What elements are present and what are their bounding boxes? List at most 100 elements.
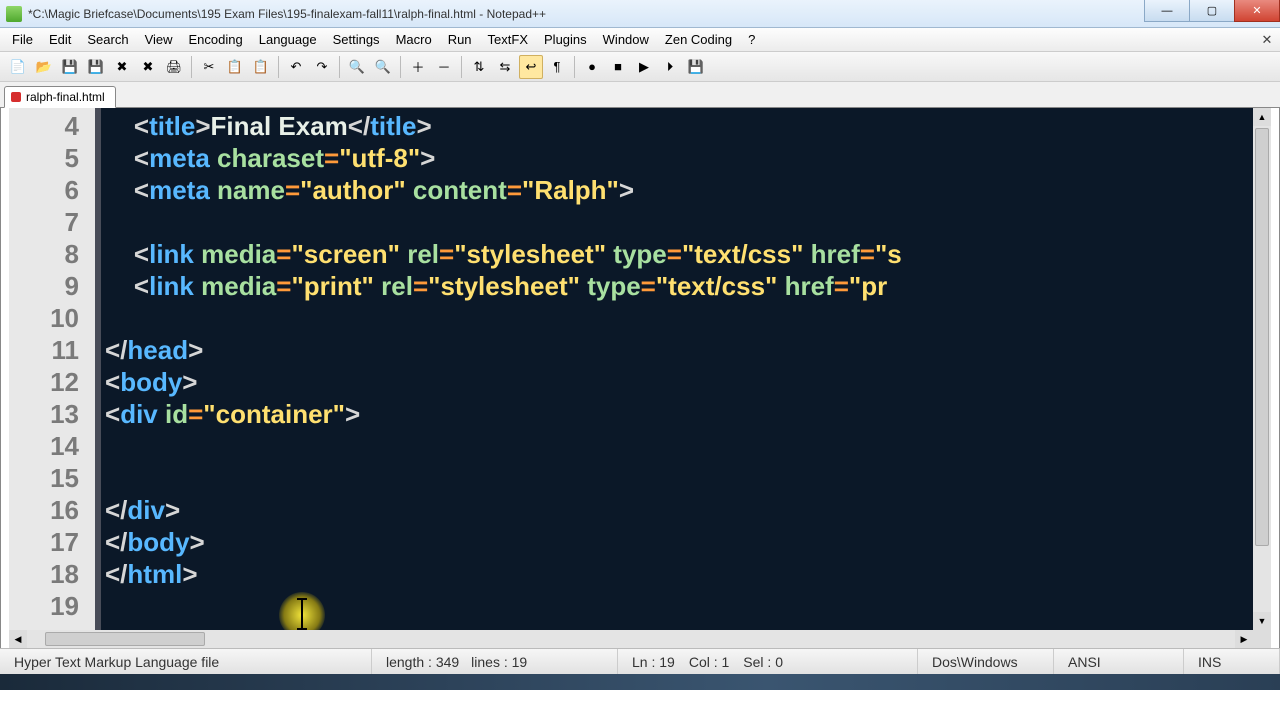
- code-line[interactable]: <body>: [101, 366, 1271, 398]
- toolbar-separator: [191, 56, 192, 78]
- line-number: 12: [9, 366, 79, 398]
- code-line[interactable]: [101, 590, 1271, 622]
- menu-bar: FileEditSearchViewEncodingLanguageSettin…: [0, 28, 1280, 52]
- app-icon: [6, 6, 22, 22]
- macro-play-icon: ▶: [639, 59, 649, 75]
- line-number: 11: [9, 334, 79, 366]
- close-file-button[interactable]: ✖: [110, 55, 134, 79]
- line-number: 9: [9, 270, 79, 302]
- maximize-button[interactable]: ▢: [1189, 0, 1235, 22]
- code-line[interactable]: </body>: [101, 526, 1271, 558]
- zoom-out-button[interactable]: －: [432, 55, 456, 79]
- editor-area[interactable]: 45678910111213141516171819 <title>Final …: [0, 108, 1280, 648]
- menu-macro[interactable]: Macro: [388, 30, 440, 49]
- vertical-scrollbar[interactable]: ▲ ▼: [1253, 108, 1271, 630]
- menu-textfx[interactable]: TextFX: [480, 30, 536, 49]
- code-line[interactable]: <meta charaset="utf-8">: [101, 142, 1271, 174]
- zoom-in-button[interactable]: ＋: [406, 55, 430, 79]
- macro-save-button[interactable]: 💾: [684, 55, 708, 79]
- menu-edit[interactable]: Edit: [41, 30, 79, 49]
- menu-window[interactable]: Window: [595, 30, 657, 49]
- sync-h-button[interactable]: ⇆: [493, 55, 517, 79]
- undo-icon: ↶: [291, 59, 302, 75]
- code-line[interactable]: </html>: [101, 558, 1271, 590]
- save-all-icon: 💾: [88, 59, 104, 75]
- scroll-up-arrow-icon[interactable]: ▲: [1253, 108, 1271, 126]
- print-icon: 🖨: [166, 59, 183, 75]
- horizontal-scroll-thumb[interactable]: [45, 632, 205, 646]
- word-wrap-icon: ↩: [526, 59, 537, 75]
- redo-button[interactable]: ↷: [310, 55, 334, 79]
- scroll-down-arrow-icon[interactable]: ▼: [1253, 612, 1271, 630]
- horizontal-scrollbar[interactable]: ◀ ▶: [9, 630, 1253, 648]
- menu-language[interactable]: Language: [251, 30, 325, 49]
- new-file-icon: 📄: [10, 59, 26, 75]
- menu-view[interactable]: View: [137, 30, 181, 49]
- word-wrap-button[interactable]: ↩: [519, 55, 543, 79]
- close-all-button[interactable]: ✖: [136, 55, 160, 79]
- open-file-button[interactable]: 📂: [32, 55, 56, 79]
- open-file-icon: 📂: [36, 59, 52, 75]
- paste-button[interactable]: 📋: [249, 55, 273, 79]
- save-all-button[interactable]: 💾: [84, 55, 108, 79]
- macro-play-button[interactable]: ▶: [632, 55, 656, 79]
- menu-run[interactable]: Run: [440, 30, 480, 49]
- code-line[interactable]: <link media="screen" rel="stylesheet" ty…: [101, 238, 1271, 270]
- line-number: 6: [9, 174, 79, 206]
- sync-v-button[interactable]: ⇅: [467, 55, 491, 79]
- scroll-corner: [1253, 630, 1271, 648]
- replace-button[interactable]: 🔍: [371, 55, 395, 79]
- code-line[interactable]: [101, 462, 1271, 494]
- code-line[interactable]: </head>: [101, 334, 1271, 366]
- find-button[interactable]: 🔍: [345, 55, 369, 79]
- code-line[interactable]: <div id="container">: [101, 398, 1271, 430]
- menu-[interactable]: ?: [740, 30, 763, 49]
- document-close-button[interactable]: ✕: [1258, 31, 1276, 49]
- code-line[interactable]: <meta name="author" content="Ralph">: [101, 174, 1271, 206]
- print-button[interactable]: 🖨: [162, 55, 186, 79]
- replace-icon: 🔍: [375, 59, 391, 75]
- menu-file[interactable]: File: [4, 30, 41, 49]
- menu-encoding[interactable]: Encoding: [181, 30, 251, 49]
- vertical-scroll-thumb[interactable]: [1255, 128, 1269, 546]
- code-line[interactable]: <link media="print" rel="stylesheet" typ…: [101, 270, 1271, 302]
- new-file-button[interactable]: 📄: [6, 55, 30, 79]
- macro-play-multi-button[interactable]: ⏵: [658, 55, 682, 79]
- paste-icon: 📋: [253, 59, 269, 75]
- menu-search[interactable]: Search: [79, 30, 136, 49]
- code-line[interactable]: [101, 206, 1271, 238]
- cut-icon: ✂: [204, 59, 215, 75]
- toolbar-separator: [278, 56, 279, 78]
- code-line[interactable]: [101, 302, 1271, 334]
- line-number: 17: [9, 526, 79, 558]
- macro-stop-button[interactable]: ■: [606, 55, 630, 79]
- file-tab-label: ralph-final.html: [26, 90, 105, 104]
- scroll-left-arrow-icon[interactable]: ◀: [9, 630, 27, 648]
- close-button[interactable]: ✕: [1234, 0, 1280, 22]
- code-line[interactable]: <title>Final Exam</title>: [101, 110, 1271, 142]
- macro-stop-icon: ■: [614, 59, 622, 74]
- unsaved-indicator-icon: [11, 92, 21, 102]
- code-content[interactable]: <title>Final Exam</title> <meta charaset…: [101, 108, 1271, 648]
- copy-button[interactable]: 📋: [223, 55, 247, 79]
- undo-button[interactable]: ↶: [284, 55, 308, 79]
- macro-play-multi-icon: ⏵: [667, 59, 674, 75]
- menu-plugins[interactable]: Plugins: [536, 30, 595, 49]
- cut-button[interactable]: ✂: [197, 55, 221, 79]
- menu-settings[interactable]: Settings: [325, 30, 388, 49]
- file-tab[interactable]: ralph-final.html: [4, 86, 116, 108]
- os-taskbar-strip: [0, 674, 1280, 690]
- window-controls: — ▢ ✕: [1145, 0, 1280, 27]
- scroll-right-arrow-icon[interactable]: ▶: [1235, 630, 1253, 648]
- show-all-button[interactable]: ¶: [545, 55, 569, 79]
- close-all-icon: ✖: [143, 59, 154, 75]
- menu-zencoding[interactable]: Zen Coding: [657, 30, 740, 49]
- code-line[interactable]: </div>: [101, 494, 1271, 526]
- code-line[interactable]: [101, 430, 1271, 462]
- macro-record-button[interactable]: ●: [580, 55, 604, 79]
- window-titlebar: *C:\Magic Briefcase\Documents\195 Exam F…: [0, 0, 1280, 28]
- save-file-button[interactable]: 💾: [58, 55, 82, 79]
- zoom-in-icon: ＋: [411, 57, 424, 76]
- line-number: 7: [9, 206, 79, 238]
- minimize-button[interactable]: —: [1144, 0, 1190, 22]
